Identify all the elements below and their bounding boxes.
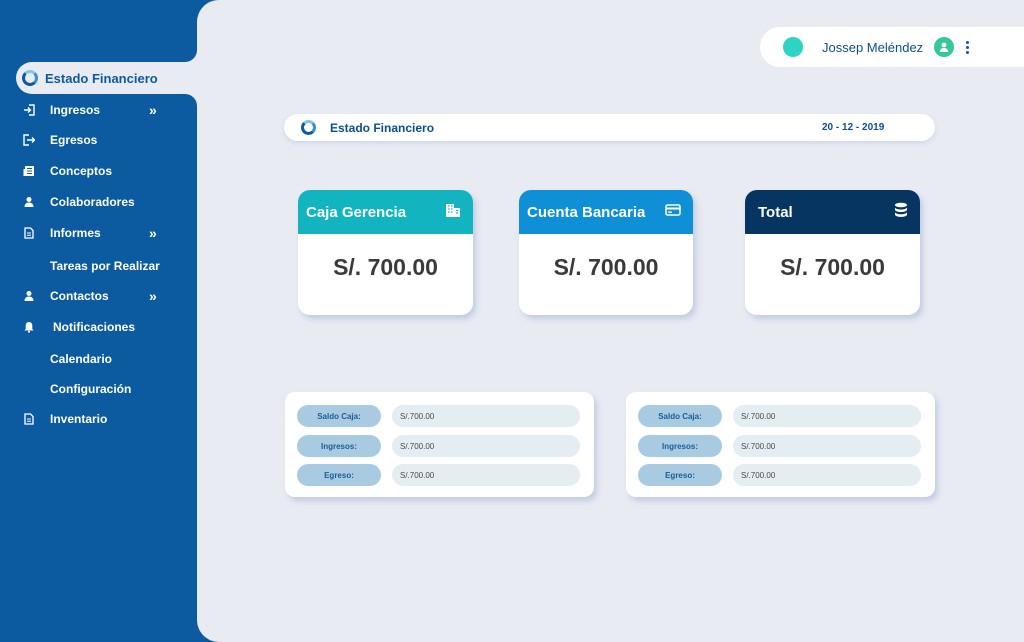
- sidebar-item-inventario[interactable]: Inventario: [22, 409, 182, 429]
- card-caja-gerencia[interactable]: Caja Gerencia S/. 700.00: [298, 190, 473, 315]
- loading-ring-icon: [301, 120, 316, 135]
- sidebar-item-egresos[interactable]: Egresos: [22, 130, 182, 150]
- sidebar-item-label: Conceptos: [50, 164, 113, 178]
- sidebar-item-conceptos[interactable]: Conceptos: [22, 161, 182, 181]
- user-avatar-icon[interactable]: [934, 37, 955, 57]
- sidebar-item-notificaciones[interactable]: Notificaciones: [22, 317, 182, 337]
- credit-card-icon: [665, 203, 681, 221]
- balance-value: S/.700.00: [733, 405, 921, 427]
- card-title: Cuenta Bancaria: [527, 203, 646, 221]
- sidebar-item-label: Configuración: [50, 382, 132, 396]
- more-options-icon[interactable]: [966, 40, 970, 54]
- sidebar-item-calendario[interactable]: Calendario: [22, 349, 182, 369]
- sidebar-item-label: Informes: [50, 226, 101, 240]
- balance-label: Saldo Caja:: [638, 405, 722, 427]
- balance-value: S/.700.00: [392, 405, 580, 427]
- balance-value: S/.700.00: [733, 464, 921, 486]
- sidebar-item-label: Estado Financiero: [45, 70, 158, 86]
- database-icon: [894, 202, 908, 222]
- card-total[interactable]: Total S/. 700.00: [745, 190, 920, 315]
- sidebar: Estado Financiero Ingresos » Egresos Con…: [0, 0, 216, 642]
- balance-label: Egreso:: [297, 464, 381, 486]
- sidebar-item-informes[interactable]: Informes »: [22, 223, 182, 243]
- chevron-double-right-icon[interactable]: »: [149, 288, 157, 304]
- chevron-double-right-icon[interactable]: »: [149, 225, 157, 241]
- user-icon: [22, 289, 36, 303]
- user-bar: Jossep Meléndez: [760, 27, 1024, 67]
- page-header-bar: Estado Financiero 20 - 12 - 2019: [284, 114, 935, 141]
- sidebar-notch: [185, 94, 197, 106]
- card-title: Total: [758, 203, 793, 221]
- newspaper-icon: [22, 164, 36, 178]
- user-icon: [22, 195, 36, 209]
- chevron-double-right-icon[interactable]: »: [149, 102, 157, 118]
- sign-out-icon: [22, 133, 36, 147]
- balance-panel: Saldo Caja: S/.700.00 Ingresos: S/.700.0…: [285, 392, 594, 497]
- sign-in-icon: [22, 103, 36, 117]
- balance-label: Ingresos:: [297, 435, 381, 457]
- document-icon: [22, 412, 36, 426]
- balance-label: Egreso:: [638, 464, 722, 486]
- page-date: 20 - 12 - 2019: [822, 122, 885, 133]
- sidebar-item-label: Colaboradores: [50, 195, 135, 209]
- document-icon: [22, 226, 36, 240]
- balance-value: S/.700.00: [733, 435, 921, 457]
- sidebar-notch: [185, 50, 197, 62]
- card-header: Total: [745, 190, 920, 234]
- sidebar-item-label: Inventario: [50, 412, 108, 426]
- bell-icon: [22, 320, 36, 334]
- balance-label: Ingresos:: [638, 435, 722, 457]
- sidebar-item-label: Ingresos: [50, 103, 101, 117]
- sidebar-item-tareas[interactable]: Tareas por Realizar: [22, 256, 182, 276]
- sidebar-item-label: Tareas por Realizar: [50, 259, 160, 273]
- building-icon: [445, 202, 461, 222]
- card-amount: S/. 700.00: [333, 254, 438, 280]
- card-header: Caja Gerencia: [298, 190, 473, 234]
- sidebar-item-label: Egresos: [50, 133, 98, 147]
- card-header: Cuenta Bancaria: [519, 190, 693, 234]
- card-title: Caja Gerencia: [306, 203, 407, 221]
- card-amount: S/. 700.00: [553, 254, 659, 280]
- page-title: Estado Financiero: [330, 120, 435, 135]
- card-amount: S/. 700.00: [780, 254, 885, 280]
- balance-panel: Saldo Caja: S/.700.00 Ingresos: S/.700.0…: [626, 392, 935, 497]
- balance-value: S/.700.00: [392, 464, 580, 486]
- sidebar-item-label: Calendario: [50, 352, 113, 366]
- status-indicator: [783, 37, 803, 57]
- sidebar-item-configuracion[interactable]: Configuración: [22, 379, 182, 399]
- sidebar-item-contactos[interactable]: Contactos »: [22, 286, 182, 306]
- sidebar-item-label: Notificaciones: [53, 320, 136, 334]
- sidebar-item-ingresos[interactable]: Ingresos »: [22, 100, 182, 120]
- sidebar-item-estado-financiero[interactable]: Estado Financiero: [16, 62, 216, 94]
- sidebar-item-label: Contactos: [50, 289, 109, 303]
- loading-ring-icon: [22, 70, 38, 86]
- user-name[interactable]: Jossep Meléndez: [822, 40, 923, 55]
- sidebar-item-colaboradores[interactable]: Colaboradores: [22, 192, 182, 212]
- main-content: [197, 0, 1024, 642]
- card-cuenta-bancaria[interactable]: Cuenta Bancaria S/. 700.00: [519, 190, 693, 315]
- balance-label: Saldo Caja:: [297, 405, 381, 427]
- balance-value: S/.700.00: [392, 435, 580, 457]
